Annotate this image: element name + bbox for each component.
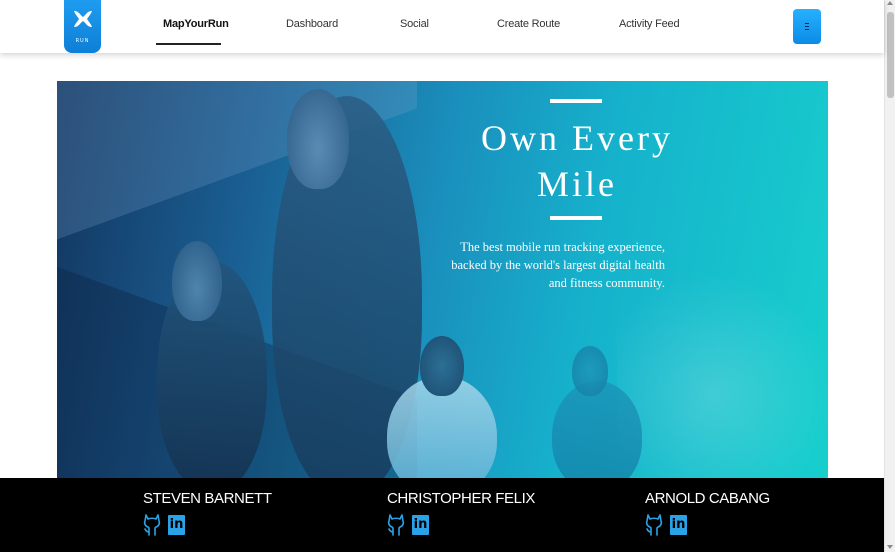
runner-head [420, 336, 464, 396]
scroll-down-arrow-icon[interactable] [887, 545, 893, 549]
hero-banner: Own Every Mile The best mobile run track… [57, 81, 828, 478]
github-icon[interactable] [645, 513, 663, 537]
team-member-name: STEVEN BARNETT [143, 490, 272, 507]
team-member: STEVEN BARNETT in [143, 490, 272, 537]
footer: STEVEN BARNETT in CHRISTOPHER FELIX in A… [0, 478, 884, 552]
under-armour-icon-svg [73, 10, 92, 27]
team-member-name: CHRISTOPHER FELIX [387, 490, 535, 507]
logo-text: RUN [75, 37, 90, 44]
hamburger-icon [805, 23, 809, 30]
page-scrollbar[interactable] [884, 0, 895, 552]
linkedin-icon[interactable]: in [412, 515, 429, 535]
hero-subtitle: The best mobile run tracking experience,… [451, 240, 665, 290]
runner-head [172, 241, 222, 321]
scroll-up-arrow-icon[interactable] [887, 1, 893, 5]
runner-head [287, 89, 349, 189]
hero-title: Own Every Mile [481, 118, 673, 204]
nav-link-create-route[interactable]: Create Route [497, 18, 560, 30]
runner-head [572, 346, 608, 396]
hero-divider-bottom [550, 216, 602, 220]
scrollbar-thumb[interactable] [887, 12, 894, 98]
top-navbar: RUN MapYourRun Dashboard Social Create R… [0, 0, 884, 53]
nav-link-social[interactable]: Social [400, 18, 429, 30]
nav-link-activity-feed[interactable]: Activity Feed [619, 18, 680, 30]
hero-divider-top [550, 99, 602, 103]
nav-link-mapyourrun[interactable]: MapYourRun [163, 18, 229, 30]
team-member-name: ARNOLD CABANG [645, 490, 770, 507]
linkedin-icon[interactable]: in [168, 515, 185, 535]
team-member: CHRISTOPHER FELIX in [387, 490, 535, 537]
team-member: ARNOLD CABANG in [645, 490, 770, 537]
github-icon[interactable] [387, 513, 405, 537]
under-armour-icon [71, 10, 95, 32]
menu-button[interactable] [793, 9, 821, 44]
github-icon[interactable] [143, 513, 161, 537]
active-nav-underline [156, 43, 221, 45]
nav-link-dashboard[interactable]: Dashboard [286, 18, 338, 30]
linkedin-icon[interactable]: in [670, 515, 687, 535]
mapmyrun-logo[interactable]: RUN [64, 0, 101, 53]
